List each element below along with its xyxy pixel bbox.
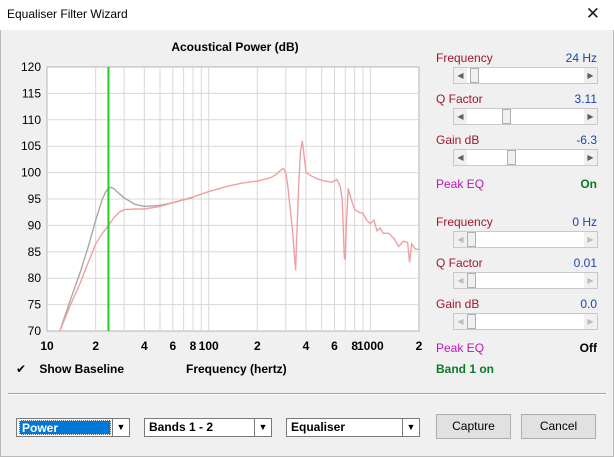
x-tick-label: 8 <box>190 339 197 353</box>
title-bar: Equaliser Filter Wizard ✕ <box>0 0 614 30</box>
y-tick-label: 85 <box>28 245 42 259</box>
x-tick-label: 1000 <box>357 339 384 353</box>
slider-thumb[interactable] <box>501 109 511 124</box>
view-select[interactable]: Power ▼ <box>16 418 130 437</box>
band2-q-value: 0.01 <box>573 256 597 270</box>
slider-right-arrow-icon[interactable]: ▶ <box>584 273 597 288</box>
chevron-down-icon[interactable]: ▼ <box>112 419 129 436</box>
band1-type-label: Peak EQ <box>436 177 485 191</box>
x-tick-label: 10 <box>40 339 54 353</box>
y-tick-label: 120 <box>21 60 41 74</box>
chevron-down-icon[interactable]: ▼ <box>254 419 271 436</box>
frequency-response-chart: 70758085909510010511011512010 2 4 6 8 100 2 4 6 8… <box>21 60 423 353</box>
bands-select[interactable]: Bands 1 - 2 ▼ <box>144 418 272 437</box>
slider-thumb[interactable] <box>467 314 476 329</box>
y-tick-label: 90 <box>28 218 42 232</box>
slider-left-arrow-icon[interactable]: ◀ <box>454 109 467 124</box>
show-baseline-checkbox[interactable]: ✔ Show Baseline <box>16 362 124 376</box>
band1-q-value: 3.11 <box>574 92 597 106</box>
chevron-down-icon[interactable]: ▼ <box>402 419 419 436</box>
slider-right-arrow-icon[interactable]: ▶ <box>584 109 597 124</box>
y-tick-label: 70 <box>28 324 42 338</box>
slider-right-arrow-icon[interactable]: ▶ <box>584 232 597 247</box>
band2-gain-value: 0.0 <box>580 297 597 311</box>
band2-frequency-label: Frequency <box>436 215 493 229</box>
band2-frequency-slider[interactable]: ◀ ▶ <box>453 231 598 248</box>
slider-thumb[interactable] <box>506 150 516 165</box>
y-tick-label: 115 <box>22 86 41 100</box>
band-status: Band 1 on <box>436 362 495 376</box>
slider-left-arrow-icon[interactable]: ◀ <box>454 68 467 83</box>
y-tick-label: 80 <box>28 271 42 285</box>
slider-thumb[interactable] <box>467 273 476 288</box>
check-icon[interactable]: ✔ <box>16 362 30 376</box>
window-title: Equaliser Filter Wizard <box>7 7 128 21</box>
band1-frequency-slider[interactable]: ◀ ▶ <box>453 67 598 84</box>
band1-frequency-value: 24 Hz <box>565 51 597 65</box>
capture-button[interactable]: Capture <box>436 414 511 439</box>
slider-thumb[interactable] <box>467 232 476 247</box>
slider-right-arrow-icon[interactable]: ▶ <box>584 68 597 83</box>
chart-title: Acoustical Power (dB) <box>171 40 299 54</box>
band1-q-label: Q Factor <box>436 92 483 106</box>
slider-left-arrow-icon[interactable]: ◀ <box>454 232 467 247</box>
y-tick-label: 110 <box>22 113 41 127</box>
band2-frequency-value: 0 Hz <box>572 215 597 229</box>
y-tick-label: 100 <box>21 166 41 180</box>
separator <box>8 393 606 395</box>
band1-gain-slider[interactable]: ◀ ▶ <box>453 149 598 166</box>
x-tick-label: 100 <box>199 339 219 353</box>
band2-type-label: Peak EQ <box>436 341 485 355</box>
slider-right-arrow-icon[interactable]: ▶ <box>584 314 597 329</box>
x-tick-label: 6 <box>169 339 176 353</box>
band2-q-label: Q Factor <box>436 256 483 270</box>
slider-left-arrow-icon[interactable]: ◀ <box>454 150 467 165</box>
slider-right-arrow-icon[interactable]: ▶ <box>584 150 597 165</box>
x-tick-label: 4 <box>303 339 310 353</box>
band1-state[interactable]: On <box>580 177 597 191</box>
band1-gain-value: -6.3 <box>576 133 597 147</box>
band2-q-slider[interactable]: ◀ ▶ <box>453 272 598 289</box>
show-baseline-label: Show Baseline <box>39 362 125 376</box>
bands-select-value: Bands 1 - 2 <box>149 420 214 434</box>
cancel-button[interactable]: Cancel <box>521 414 596 439</box>
band2-gain-slider[interactable]: ◀ ▶ <box>453 313 598 330</box>
view-select-value: Power <box>19 420 111 435</box>
x-axis-label: Frequency (hertz) <box>186 362 287 376</box>
x-tick-label: 2 <box>416 339 423 353</box>
mode-select[interactable]: Equaliser ▼ <box>286 418 420 437</box>
band1-gain-label: Gain dB <box>436 133 480 147</box>
x-tick-label: 2 <box>254 339 261 353</box>
band1-q-slider[interactable]: ◀ ▶ <box>453 108 598 125</box>
slider-thumb[interactable] <box>470 68 480 83</box>
y-tick-label: 105 <box>21 139 41 153</box>
x-tick-label: 4 <box>141 339 148 353</box>
x-tick-label: 2 <box>92 339 99 353</box>
slider-left-arrow-icon[interactable]: ◀ <box>454 273 467 288</box>
y-tick-label: 95 <box>28 192 42 206</box>
band1-frequency-label: Frequency <box>436 51 493 65</box>
band2-state[interactable]: Off <box>580 341 597 355</box>
y-tick-label: 75 <box>28 298 42 312</box>
slider-left-arrow-icon[interactable]: ◀ <box>454 314 467 329</box>
close-icon[interactable]: ✕ <box>586 4 600 24</box>
x-tick-label: 6 <box>331 339 338 353</box>
mode-select-value: Equaliser <box>291 420 346 434</box>
band2-gain-label: Gain dB <box>436 297 480 311</box>
